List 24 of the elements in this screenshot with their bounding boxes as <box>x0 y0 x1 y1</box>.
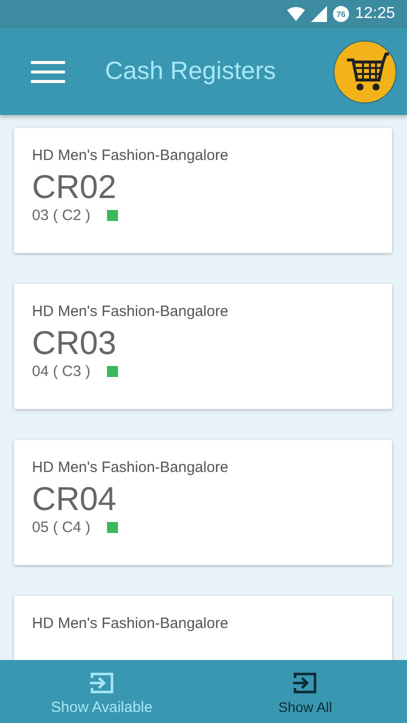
wifi-icon <box>286 7 305 21</box>
app-title: Cash Registers <box>105 57 277 86</box>
nav-tab[interactable]: Show All <box>204 660 407 723</box>
register-name: CR04 <box>32 479 116 519</box>
register-name: CR02 <box>32 167 116 207</box>
signal-icon <box>310 6 327 22</box>
battery-icon: 76 <box>332 6 349 22</box>
terminal-label: 04 ( C3 ) <box>32 363 90 380</box>
register-card[interactable]: HD Men's Fashion-Bangalore CR03 04 ( C3 ) <box>14 284 392 409</box>
store-name: HD Men's Fashion-Bangalore <box>32 615 228 632</box>
menu-icon[interactable] <box>31 60 65 84</box>
store-name: HD Men's Fashion-Bangalore <box>32 147 228 164</box>
store-name: HD Men's Fashion-Bangalore <box>32 303 228 320</box>
register-card[interactable]: HD Men's Fashion-Bangalore CR04 05 ( C4 ) <box>14 440 392 565</box>
terminal-label: 03 ( C2 ) <box>32 207 90 224</box>
status-time: 12:25 <box>354 5 395 23</box>
register-name: CR03 <box>32 323 116 363</box>
store-name: HD Men's Fashion-Bangalore <box>32 459 228 476</box>
register-card[interactable]: HD Men's Fashion-Bangalore CR02 03 ( C2 ) <box>14 128 392 253</box>
terminal-label: 05 ( C4 ) <box>32 519 90 536</box>
exit-icon <box>90 672 114 694</box>
cart-icon[interactable] <box>333 40 397 104</box>
register-card[interactable]: HD Men's Fashion-Bangalore <box>14 596 392 660</box>
exit-icon <box>293 672 318 694</box>
